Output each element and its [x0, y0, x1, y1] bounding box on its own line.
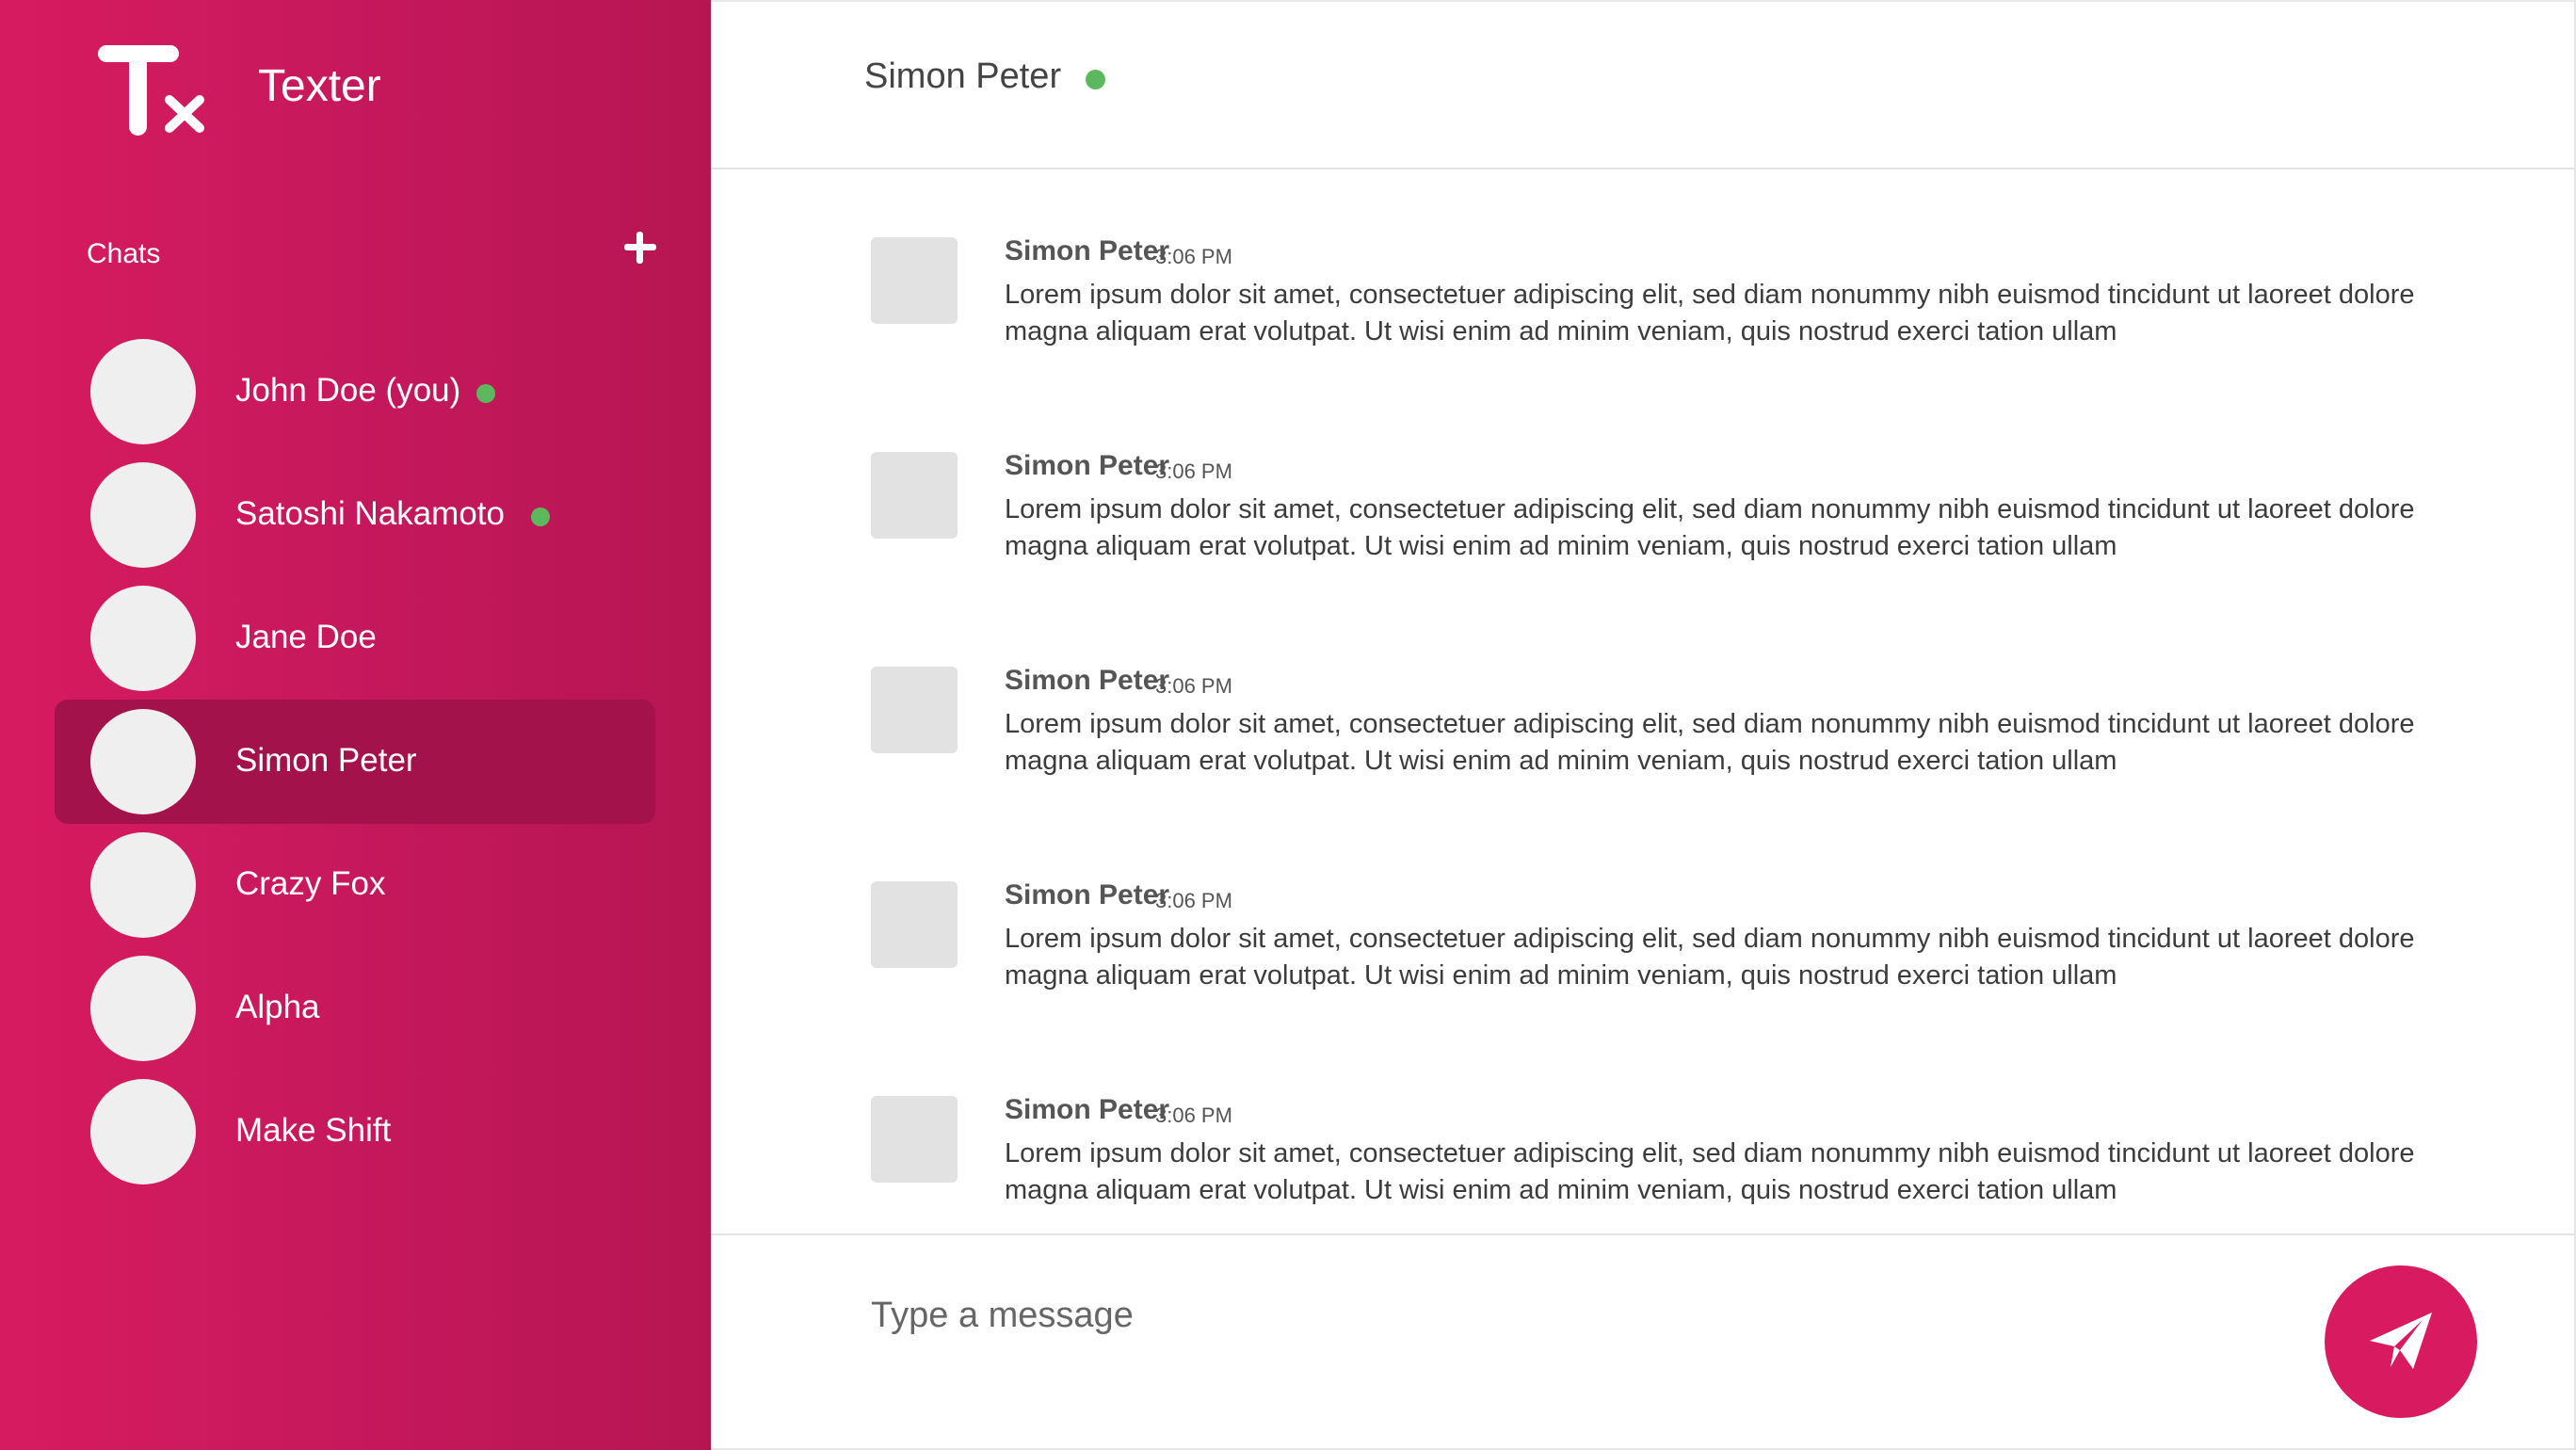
message-author: Simon Peter — [1005, 1094, 1170, 1125]
message-text: Lorem ipsum dolor sit amet, consectetuer… — [1005, 924, 2415, 991]
avatar — [90, 1079, 196, 1184]
texter-logo-icon — [98, 45, 204, 136]
avatar — [871, 667, 958, 753]
message-timestamp: 3:06 PM — [1155, 889, 1232, 912]
online-status-icon — [476, 384, 495, 403]
chat-name: Alpha — [235, 989, 320, 1025]
message-timestamp: 3:06 PM — [1155, 1104, 1232, 1127]
message-author: Simon Peter — [1005, 879, 1170, 910]
avatar — [871, 452, 958, 539]
avatar — [90, 339, 196, 444]
chat-item[interactable]: John Doe (you) — [55, 330, 655, 454]
message-text: Lorem ipsum dolor sit amet, consectetuer… — [1005, 280, 2415, 346]
online-status-icon — [531, 508, 550, 526]
chat-item[interactable]: Make Shift — [55, 1070, 655, 1194]
chat-name: Satoshi Nakamoto — [235, 495, 505, 532]
avatar — [90, 956, 196, 1061]
message-text: Lorem ipsum dolor sit amet, consectetuer… — [1005, 709, 2415, 776]
texter-app: Texter Chats John Doe (you) Satoshi Nakam… — [0, 0, 2576, 1450]
message-text: Lorem ipsum dolor sit amet, consectetuer… — [1005, 494, 2415, 561]
conversation-panel: Simon Peter Simon Peter 3:06 PM Lorem ipsu… — [711, 0, 2576, 1450]
message-list[interactable]: Simon Peter 3:06 PM Lorem ipsum dolor sit … — [711, 169, 2574, 1233]
message-item: Simon Peter 3:06 PM Lorem ipsum dolor sit … — [871, 384, 2471, 561]
message-author: Simon Peter — [1005, 235, 1170, 266]
chat-item[interactable]: Jane Doe — [55, 576, 655, 701]
chat-name: Crazy Fox — [235, 865, 386, 902]
message-item: Simon Peter 3:06 PM Lorem ipsum dolor sit … — [871, 814, 2471, 991]
chat-name: Jane Doe — [235, 619, 377, 655]
send-button[interactable] — [2325, 1265, 2477, 1418]
message-timestamp: 3:06 PM — [1155, 245, 1232, 268]
chats-header: Chats — [87, 238, 161, 269]
online-status-icon — [1086, 70, 1105, 89]
message-author: Simon Peter — [1005, 665, 1170, 696]
conversation-header: Simon Peter — [711, 0, 2574, 169]
message-timestamp: 3:06 PM — [1155, 459, 1232, 483]
message-text: Lorem ipsum dolor sit amet, consectetuer… — [1005, 1138, 2415, 1205]
chat-item[interactable]: Crazy Fox — [55, 823, 655, 947]
add-chat-button[interactable] — [618, 224, 663, 269]
message-input[interactable] — [869, 1277, 2097, 1354]
chat-item[interactable]: Simon Peter — [55, 700, 655, 824]
message-author: Simon Peter — [1005, 450, 1170, 481]
avatar — [90, 586, 196, 691]
chat-item[interactable]: Satoshi Nakamoto — [55, 453, 655, 577]
message-item: Simon Peter 3:06 PM Lorem ipsum dolor sit … — [871, 599, 2471, 776]
paper-plane-icon — [2370, 1313, 2432, 1369]
message-timestamp: 3:06 PM — [1155, 674, 1232, 698]
contact-name: Simon Peter — [864, 56, 1062, 96]
avatar — [90, 709, 196, 814]
sidebar: Texter Chats John Doe (you) Satoshi Nakam… — [0, 0, 711, 1450]
chat-item[interactable]: Alpha — [55, 946, 655, 1071]
app-title: Texter — [258, 61, 381, 111]
message-item: Simon Peter 3:06 PM Lorem ipsum dolor sit … — [871, 169, 2471, 346]
chat-name: Make Shift — [235, 1112, 392, 1149]
avatar — [871, 237, 958, 324]
message-composer — [711, 1233, 2574, 1450]
avatar — [871, 1096, 958, 1183]
avatar — [871, 881, 958, 968]
avatar — [90, 462, 196, 568]
chat-name: Simon Peter — [235, 742, 417, 779]
avatar — [90, 832, 196, 938]
chat-name: John Doe (you) — [235, 372, 461, 409]
message-item: Simon Peter 3:06 PM Lorem ipsum dolor sit … — [871, 1028, 2471, 1205]
